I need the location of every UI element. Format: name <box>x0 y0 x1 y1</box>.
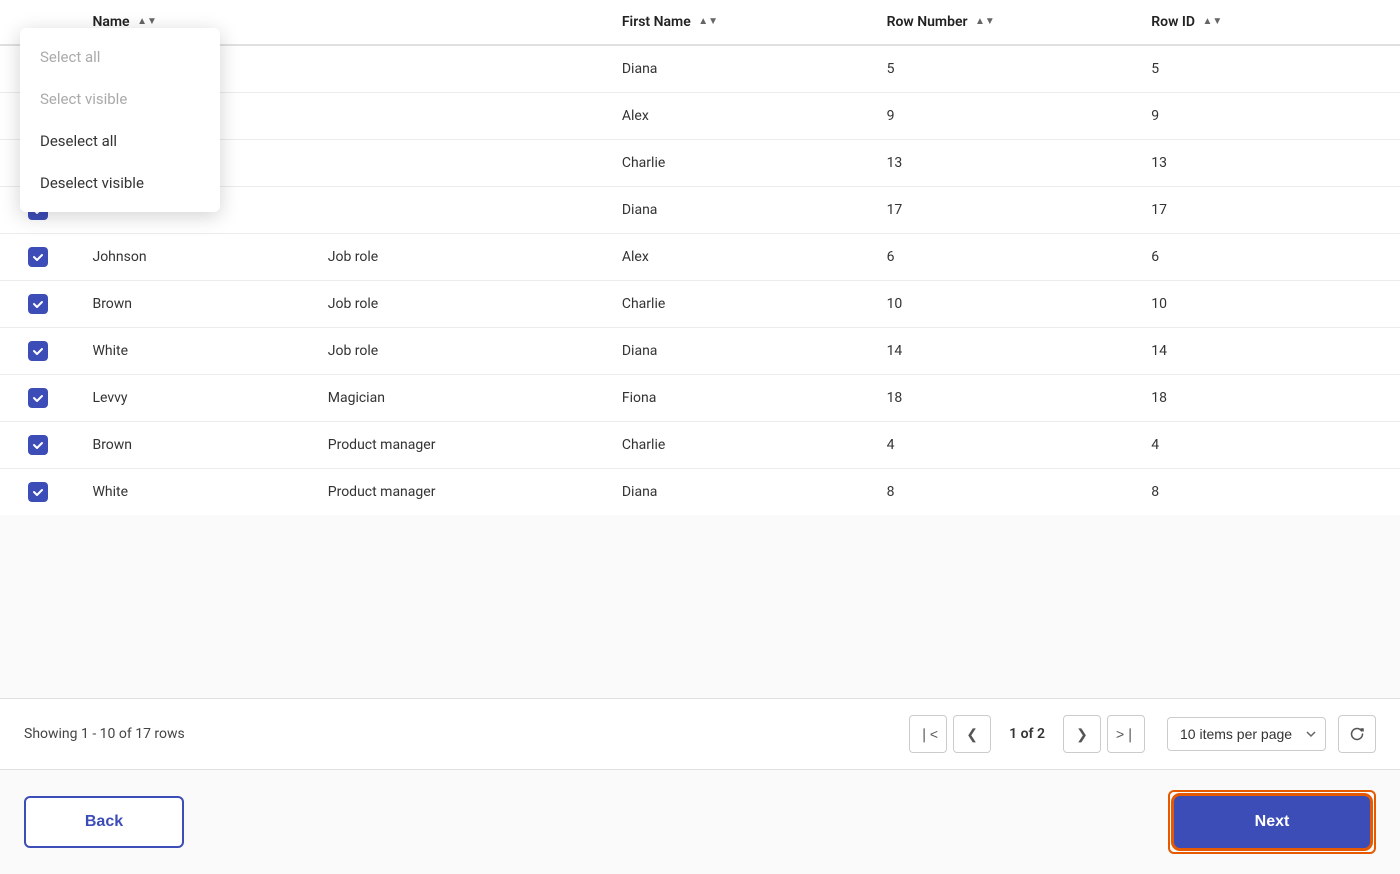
row-role: Job role <box>312 234 606 281</box>
dropdown-deselect-all[interactable]: Deselect all <box>20 120 220 162</box>
row-row-number: 18 <box>871 375 1136 422</box>
row-row-number: 4 <box>871 422 1136 469</box>
row-name: Johnson <box>76 234 311 281</box>
row-first-name: Diana <box>606 187 871 234</box>
row-checkbox[interactable] <box>28 482 48 502</box>
row-row-number: 8 <box>871 469 1136 516</box>
row-row-number: 13 <box>871 140 1136 187</box>
sort-icon-row-number: ▲▼ <box>975 17 995 27</box>
next-page-button[interactable]: ❯ <box>1063 715 1101 753</box>
row-row-number: 6 <box>871 234 1136 281</box>
page-info: 1 of 2 <box>997 726 1057 742</box>
row-role: Job role <box>312 328 606 375</box>
row-first-name: Charlie <box>606 140 871 187</box>
row-checkbox[interactable] <box>28 341 48 361</box>
row-first-name: Alex <box>606 234 871 281</box>
row-role <box>312 187 606 234</box>
row-row-id: 17 <box>1135 187 1400 234</box>
row-row-id: 5 <box>1135 45 1400 93</box>
row-first-name: Diana <box>606 469 871 516</box>
row-name: White <box>76 328 311 375</box>
row-role: Job role <box>312 281 606 328</box>
row-row-id: 10 <box>1135 281 1400 328</box>
row-first-name: Diana <box>606 328 871 375</box>
row-role <box>312 140 606 187</box>
row-role: Product manager <box>312 422 606 469</box>
row-checkbox-cell <box>0 375 76 422</box>
sort-icon-first-name: ▲▼ <box>698 17 718 27</box>
row-role: Product manager <box>312 469 606 516</box>
row-name: White <box>76 469 311 516</box>
sort-icon-name: ▲▼ <box>137 17 157 27</box>
dropdown-deselect-visible[interactable]: Deselect visible <box>20 162 220 204</box>
row-checkbox-cell <box>0 234 76 281</box>
row-first-name: Diana <box>606 45 871 93</box>
row-role <box>312 93 606 140</box>
main-container: Select all Select visible Deselect all D… <box>0 0 1400 874</box>
back-button[interactable]: Back <box>24 796 184 848</box>
row-first-name: Fiona <box>606 375 871 422</box>
dropdown-select-all[interactable]: Select all <box>20 36 220 78</box>
sort-icon-row-id: ▲▼ <box>1203 17 1223 27</box>
pagination-footer: Showing 1 - 10 of 17 rows ❘< ❮ 1 of 2 ❯ … <box>0 698 1400 769</box>
pagination-controls: ❘< ❮ 1 of 2 ❯ >❘ 5 items per page 10 ite… <box>909 715 1376 753</box>
action-bar: Back Next <box>0 769 1400 874</box>
table-row: LevvyMagicianFiona1818 <box>0 375 1400 422</box>
col-header-first-name[interactable]: First Name ▲▼ <box>606 0 871 45</box>
per-page-select[interactable]: 5 items per page 10 items per page 20 it… <box>1167 717 1326 751</box>
row-name: Levvy <box>76 375 311 422</box>
table-row: BrownJob roleCharlie1010 <box>0 281 1400 328</box>
next-button-wrapper: Next <box>1168 790 1376 854</box>
row-row-id: 9 <box>1135 93 1400 140</box>
last-page-button[interactable]: >❘ <box>1107 715 1145 753</box>
row-checkbox[interactable] <box>28 388 48 408</box>
table-row: WhiteJob roleDiana1414 <box>0 328 1400 375</box>
row-first-name: Charlie <box>606 422 871 469</box>
table-row: JohnsonJob roleAlex66 <box>0 234 1400 281</box>
prev-page-button[interactable]: ❮ <box>953 715 991 753</box>
row-row-id: 13 <box>1135 140 1400 187</box>
row-row-number: 14 <box>871 328 1136 375</box>
row-row-number: 9 <box>871 93 1136 140</box>
row-name: Brown <box>76 281 311 328</box>
row-checkbox-cell <box>0 281 76 328</box>
row-checkbox[interactable] <box>28 247 48 267</box>
row-first-name: Charlie <box>606 281 871 328</box>
dropdown-select-visible[interactable]: Select visible <box>20 78 220 120</box>
table-row: BrownProduct managerCharlie44 <box>0 422 1400 469</box>
table-row: WhiteProduct managerDiana88 <box>0 469 1400 516</box>
table-wrapper: Select all Select visible Deselect all D… <box>0 0 1400 698</box>
row-row-id: 14 <box>1135 328 1400 375</box>
dropdown-menu: Select all Select visible Deselect all D… <box>20 28 220 212</box>
row-checkbox-cell <box>0 328 76 375</box>
showing-text: Showing 1 - 10 of 17 rows <box>24 726 909 742</box>
row-role <box>312 45 606 93</box>
row-checkbox[interactable] <box>28 435 48 455</box>
row-row-id: 4 <box>1135 422 1400 469</box>
col-header-row-number[interactable]: Row Number ▲▼ <box>871 0 1136 45</box>
row-checkbox-cell <box>0 422 76 469</box>
row-role: Magician <box>312 375 606 422</box>
first-page-button[interactable]: ❘< <box>909 715 947 753</box>
row-checkbox-cell <box>0 469 76 516</box>
row-checkbox[interactable] <box>28 294 48 314</box>
row-row-number: 5 <box>871 45 1136 93</box>
row-row-number: 17 <box>871 187 1136 234</box>
row-row-id: 8 <box>1135 469 1400 516</box>
col-header-row-id[interactable]: Row ID ▲▼ <box>1135 0 1400 45</box>
row-row-id: 18 <box>1135 375 1400 422</box>
col-header-role <box>312 0 606 45</box>
row-name: Brown <box>76 422 311 469</box>
row-first-name: Alex <box>606 93 871 140</box>
refresh-button[interactable] <box>1338 715 1376 753</box>
row-row-id: 6 <box>1135 234 1400 281</box>
next-button[interactable]: Next <box>1174 796 1370 848</box>
row-row-number: 10 <box>871 281 1136 328</box>
